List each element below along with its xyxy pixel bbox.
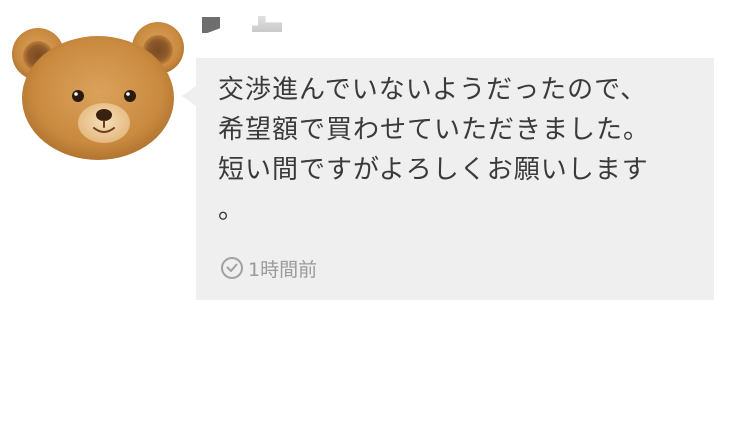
clock-icon [221,257,243,279]
message-line: 短い間ですがよろしくお願いします [218,155,649,185]
message-text: 交渉進んでいないようだったので、 希望額で買わせていただきました。 短い間ですが… [218,70,708,230]
timestamp-label: 1時間前 [248,258,318,281]
sender-avatar[interactable] [8,18,188,163]
message-line: 。 [218,195,246,225]
message-bubble: 交渉進んでいないようだったので、 希望額で買わせていただきました。 短い間ですが… [182,58,714,300]
username-redaction-mark [252,16,282,32]
message-line: 希望額で買わせていただきました。 [218,115,651,145]
sender-name-obscured [202,14,292,38]
message-timestamp: 1時間前 [220,256,318,281]
username-redaction-mark [202,17,220,33]
bubble-tail [182,86,196,106]
message-line: 交渉進んでいないようだったので、 [218,75,648,105]
teddy-bear-avatar-icon [12,22,184,160]
